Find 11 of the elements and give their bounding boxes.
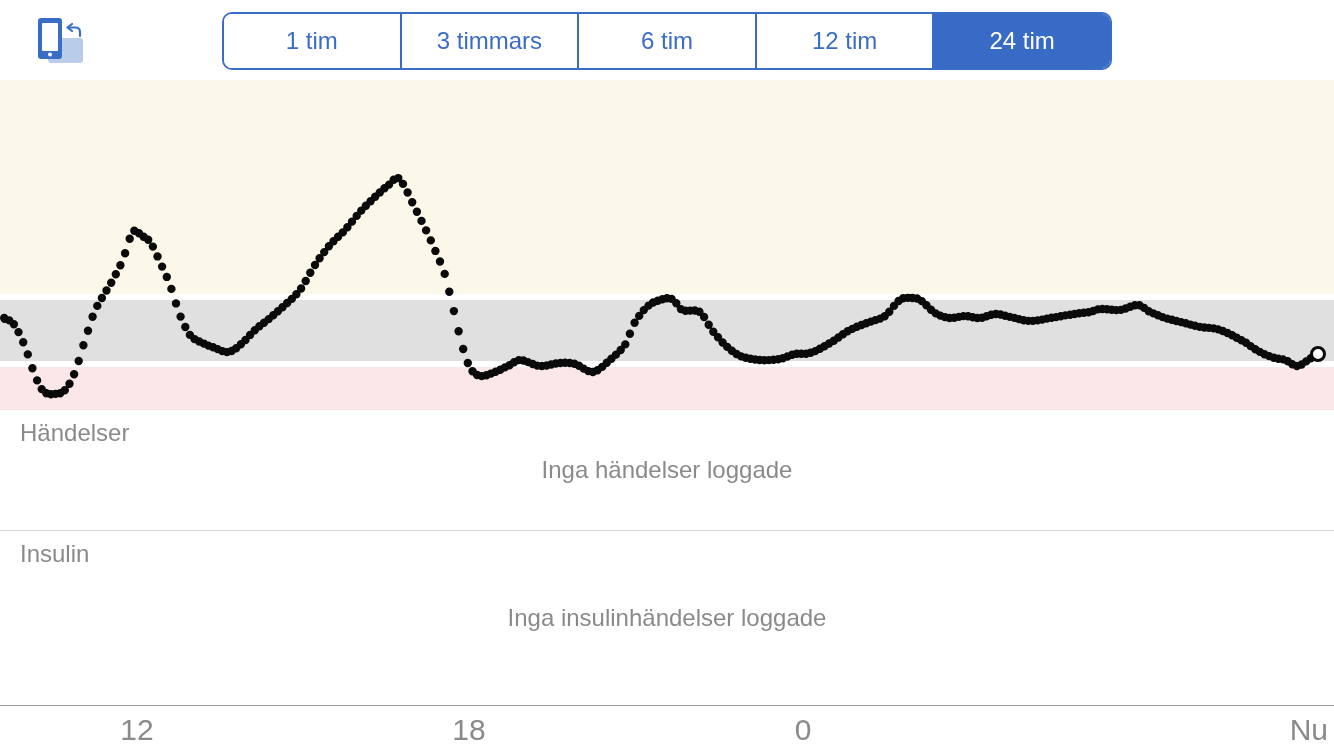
section-title: Insulin: [20, 539, 90, 569]
empty-state-text: Inga händelser loggade: [541, 455, 793, 485]
time-axis-label: 0: [794, 713, 812, 747]
time-axis-label: 12: [120, 713, 154, 747]
ring-marker-icon: [1310, 346, 1326, 362]
time-range-tab[interactable]: 24 tim: [932, 14, 1110, 68]
time-axis-label: Nu: [1289, 713, 1328, 747]
section-title: Händelser: [20, 418, 130, 448]
phone-rotate-icon[interactable]: [38, 18, 84, 63]
empty-state-text: Inga insulinhändelser loggade: [507, 603, 827, 633]
time-axis-label: 18: [452, 713, 486, 747]
